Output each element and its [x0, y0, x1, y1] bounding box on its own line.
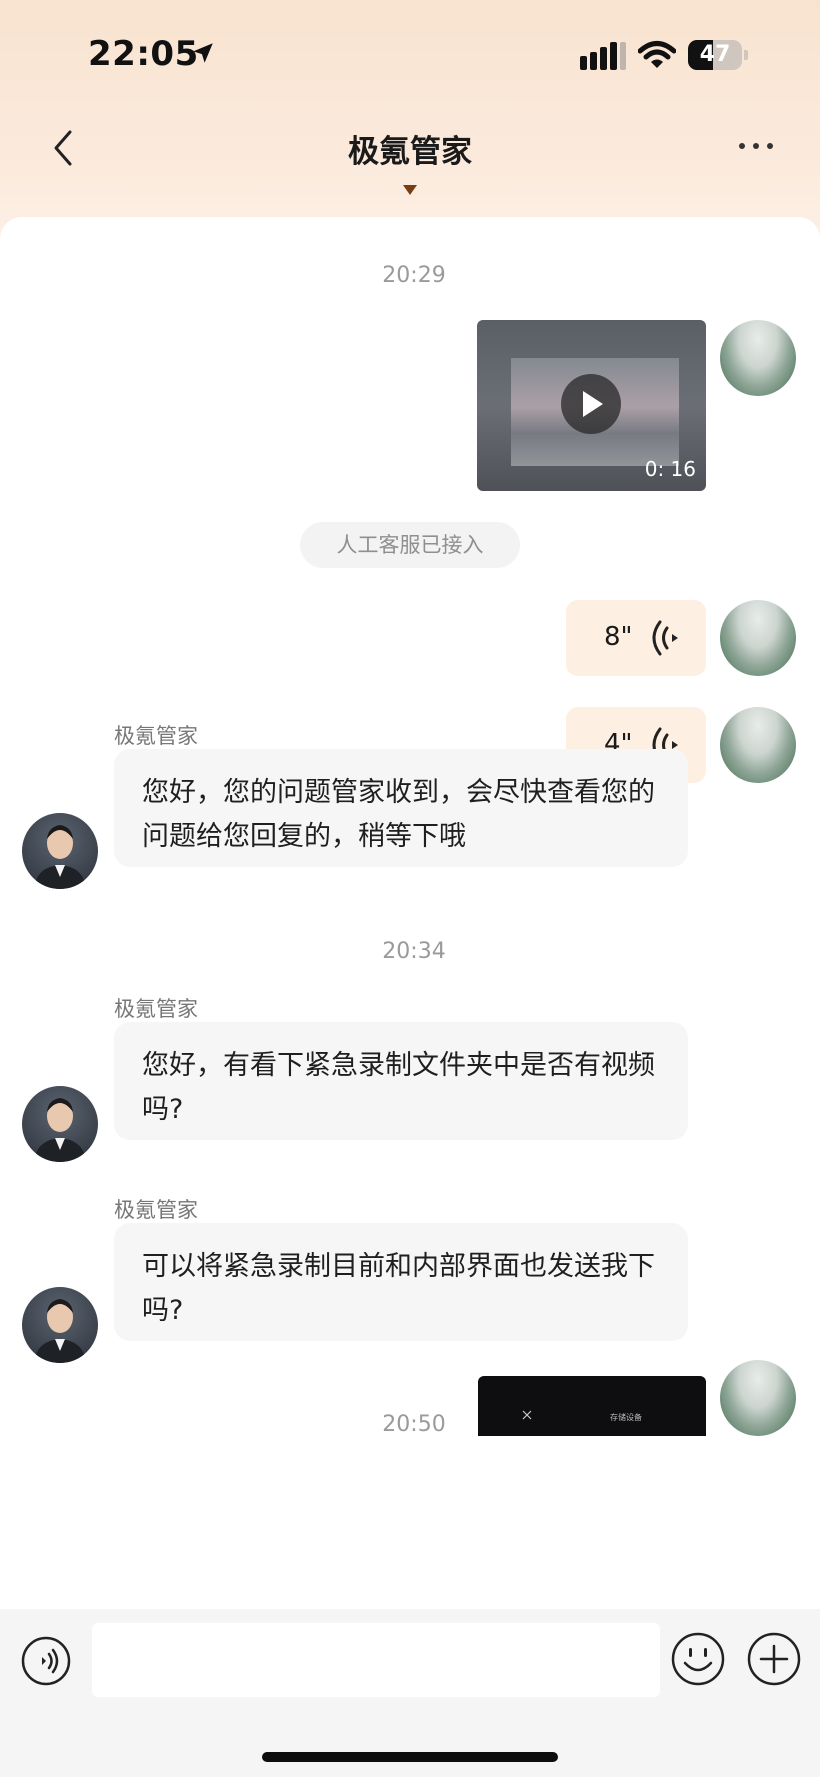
- chat-history[interactable]: 20:29 0: 16 人工客服已接入 8" 4" 极氪管家 您好，您的问题管家…: [0, 217, 820, 1609]
- user-avatar[interactable]: [720, 707, 796, 783]
- navigation-bar: 极氪管家: [0, 100, 820, 210]
- sender-name: 极氪管家: [114, 1198, 198, 1222]
- emoji-icon[interactable]: [670, 1631, 726, 1687]
- agent-message[interactable]: 可以将紧急录制目前和内部界面也发送我下吗?: [114, 1223, 688, 1341]
- caret-down-icon[interactable]: [402, 184, 418, 196]
- message-input[interactable]: [92, 1623, 660, 1697]
- home-indicator: [262, 1752, 558, 1762]
- voice-duration: 8": [604, 622, 633, 652]
- agent-message[interactable]: 您好，您的问题管家收到，会尽快查看您的问题给您回复的，稍等下哦: [114, 749, 688, 867]
- location-arrow-icon: [193, 43, 213, 63]
- person-icon: [34, 1098, 86, 1162]
- voice-wave-icon: [652, 620, 678, 656]
- status-time: 22:05: [88, 34, 199, 74]
- agent-message[interactable]: 您好，有看下紧急录制文件夹中是否有视频吗?: [114, 1022, 688, 1140]
- system-notice: 人工客服已接入: [300, 522, 520, 568]
- user-avatar[interactable]: [720, 320, 796, 396]
- play-icon[interactable]: [561, 374, 621, 434]
- person-icon: [34, 1299, 86, 1363]
- timestamp: 20:34: [382, 939, 446, 964]
- page-title[interactable]: 极氪管家: [0, 126, 820, 171]
- user-avatar[interactable]: [720, 1360, 796, 1436]
- voice-input-icon[interactable]: [20, 1635, 72, 1687]
- user-avatar[interactable]: [720, 600, 796, 676]
- sender-name: 极氪管家: [114, 997, 198, 1021]
- video-message[interactable]: 0: 16: [477, 320, 706, 491]
- timestamp: 20:29: [382, 263, 446, 288]
- close-icon: [522, 1410, 532, 1420]
- person-icon: [34, 825, 86, 889]
- battery-indicator: 47: [688, 40, 748, 70]
- sender-name: 极氪管家: [114, 724, 198, 748]
- status-bar: 22:05 47: [0, 0, 820, 100]
- image-caption: 存储设备: [610, 1413, 642, 1422]
- agent-avatar[interactable]: [22, 813, 98, 889]
- video-duration: 0: 16: [644, 457, 696, 481]
- ellipsis-icon[interactable]: [734, 124, 778, 168]
- image-message[interactable]: 存储设备: [478, 1376, 706, 1436]
- plus-icon[interactable]: [746, 1631, 802, 1687]
- agent-avatar[interactable]: [22, 1086, 98, 1162]
- wifi-icon: [638, 41, 676, 68]
- cellular-signal-icon: [580, 42, 626, 70]
- voice-message[interactable]: 8": [566, 600, 706, 676]
- agent-avatar[interactable]: [22, 1287, 98, 1363]
- battery-level: 47: [699, 42, 731, 67]
